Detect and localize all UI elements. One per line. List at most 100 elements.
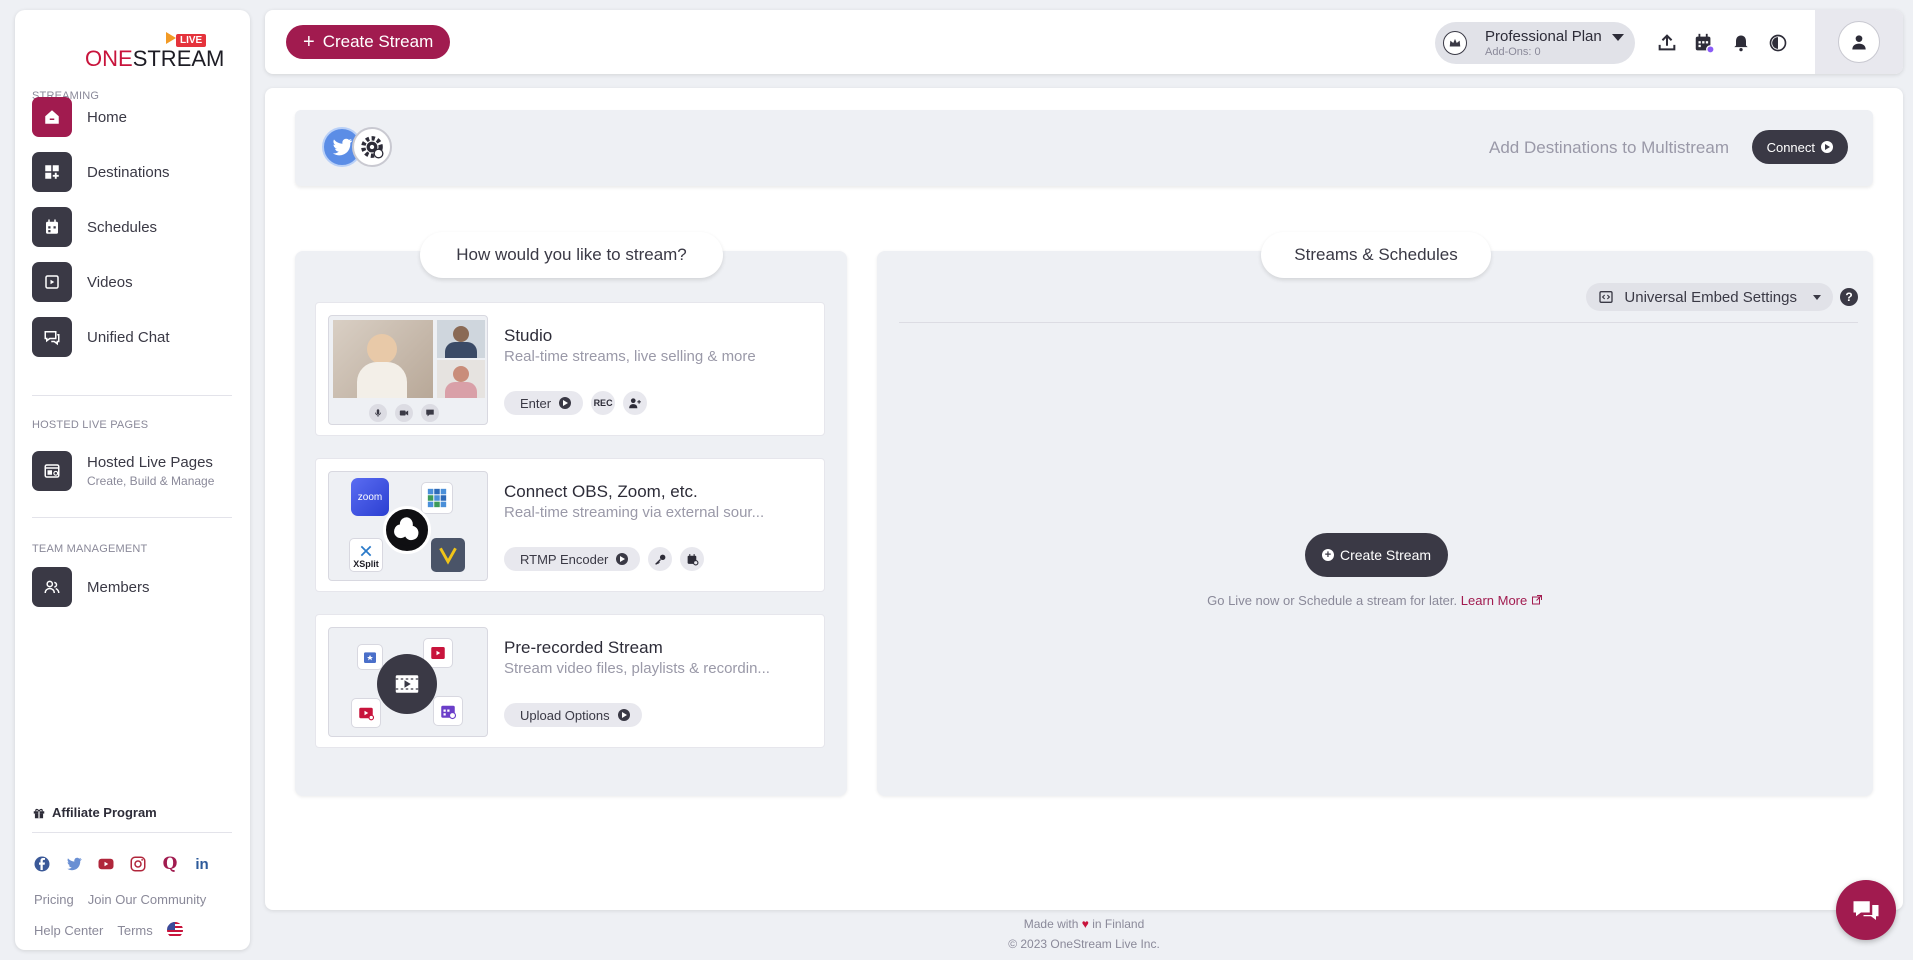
rtmp-encoder-button[interactable]: RTMP Encoder — [504, 547, 641, 571]
film-play-icon — [377, 654, 437, 714]
crown-icon — [1443, 31, 1467, 55]
calendar-icon — [32, 207, 72, 247]
streams-schedules-panel: Streams & Schedules Universal Embed Sett… — [877, 232, 1873, 796]
plan-addons: Add-Ons: 0 — [1485, 46, 1541, 58]
gear-icon — [361, 136, 384, 159]
studio-card[interactable]: Studio Real-time streams, live selling &… — [315, 302, 825, 436]
calendar-star-icon — [357, 644, 383, 670]
schedule-calendar-icon[interactable] — [1693, 32, 1715, 54]
pre-recorded-actions: Upload Options — [504, 703, 642, 727]
obs-title: Connect OBS, Zoom, etc. — [504, 482, 698, 501]
studio-description: Real-time streams, live selling & more — [504, 348, 756, 365]
embed-icon — [1599, 291, 1614, 303]
plus-icon: + — [303, 31, 315, 53]
connect-label: Connect — [1766, 139, 1815, 155]
panel-title-streams-schedules: Streams & Schedules — [1261, 232, 1491, 278]
arrow-circle-icon — [616, 553, 629, 565]
arrow-circle-icon — [559, 397, 572, 409]
chevron-down-icon — [1813, 294, 1821, 300]
arrow-circle-icon — [1821, 141, 1833, 153]
youtube-icon[interactable] — [96, 854, 116, 874]
obs-actions: RTMP Encoder — [504, 547, 705, 571]
calendar-settings-icon — [687, 553, 699, 565]
sidebar-divider — [32, 832, 232, 833]
footer-links-row-2: Help Center Terms — [34, 922, 183, 938]
heart-icon: ♥ — [1081, 917, 1089, 931]
sidebar-item-label: Home — [87, 108, 128, 126]
quora-icon[interactable]: Q — [160, 854, 180, 874]
help-center-link[interactable]: Help Center — [34, 923, 103, 938]
linkedin-icon[interactable]: in — [192, 854, 212, 874]
connect-obs-card[interactable]: zoom XSplit Connect OBS, Zoom, etc. Real… — [315, 458, 825, 592]
destination-settings-avatar[interactable] — [352, 127, 392, 167]
gift-icon — [33, 808, 45, 818]
create-stream-center-button[interactable]: + Create Stream — [1305, 533, 1449, 577]
sidebar-item-members[interactable]: Members — [32, 567, 150, 607]
main-content: Add Destinations to Multistream Connect … — [265, 88, 1903, 910]
avatar — [1838, 21, 1880, 63]
sidebar-item-home[interactable]: Home — [32, 97, 127, 137]
plan-selector[interactable]: Professional Plan Add-Ons: 0 — [1435, 22, 1635, 64]
onestream-logo[interactable]: LIVE ONESTREAM — [70, 24, 224, 74]
instagram-icon[interactable] — [128, 854, 148, 874]
section-hosted-live-pages: HOSTED LIVE PAGES — [32, 419, 149, 431]
affiliate-program-link[interactable]: Affiliate Program — [32, 805, 157, 820]
plus-circle-icon: + — [1322, 549, 1334, 561]
pre-recorded-description: Stream video files, playlists & recordin… — [504, 660, 770, 677]
learn-more-link[interactable]: Learn More — [1461, 593, 1543, 608]
record-button[interactable]: REC — [591, 391, 616, 415]
universal-embed-settings-dropdown[interactable]: Universal Embed Settings — [1586, 283, 1833, 311]
xsplit-logo: XSplit — [349, 538, 383, 572]
sidebar-item-label: Unified Chat — [87, 328, 170, 346]
twitter-icon[interactable] — [64, 854, 84, 874]
pre-recorded-card[interactable]: Pre-recorded Stream Stream video files, … — [315, 614, 825, 748]
terms-link[interactable]: Terms — [117, 923, 152, 938]
pricing-link[interactable]: Pricing — [34, 892, 74, 907]
affiliate-program-label: Affiliate Program — [52, 805, 157, 820]
add-destinations-text: Add Destinations to Multistream — [1489, 138, 1729, 157]
facebook-icon[interactable] — [32, 854, 52, 874]
apps-grid-logo — [421, 482, 453, 514]
sidebar-item-unified-chat[interactable]: Unified Chat — [32, 317, 170, 357]
schedule-encoder-button[interactable] — [680, 547, 705, 571]
studio-controls — [369, 404, 439, 422]
pre-recorded-thumbnail — [328, 627, 488, 737]
sidebar-item-label: Destinations — [87, 163, 170, 181]
profile-menu[interactable] — [1815, 10, 1903, 74]
pre-recorded-title: Pre-recorded Stream — [504, 638, 663, 657]
support-chat-button[interactable] — [1836, 880, 1896, 940]
key-icon — [655, 554, 666, 565]
studio-actions: Enter REC — [504, 391, 648, 415]
home-icon — [32, 97, 72, 137]
theme-toggle-icon[interactable] — [1767, 32, 1789, 54]
help-icon[interactable]: ? — [1840, 288, 1858, 306]
panel-divider — [899, 322, 1858, 323]
upload-icon[interactable] — [1656, 32, 1678, 54]
footer-links-row-1: Pricing Join Our Community — [34, 892, 206, 907]
add-user-icon — [629, 398, 641, 409]
chat-icon — [32, 317, 72, 357]
stream-key-button[interactable] — [648, 547, 673, 571]
rtmp-encoder-label: RTMP Encoder — [520, 551, 609, 567]
sidebar-item-hosted-live-pages[interactable]: Hosted Live Pages Create, Build & Manage — [32, 451, 214, 491]
section-team-management: TEAM MANAGEMENT — [32, 543, 148, 555]
hosted-page-icon — [32, 451, 72, 491]
bell-icon[interactable] — [1730, 32, 1752, 54]
create-stream-label: Create Stream — [1340, 547, 1432, 563]
sidebar-item-schedules[interactable]: Schedules — [32, 207, 157, 247]
add-guest-button[interactable] — [623, 391, 648, 415]
community-link[interactable]: Join Our Community — [88, 892, 206, 907]
enter-label: Enter — [520, 395, 552, 411]
destinations-icon — [32, 152, 72, 192]
enter-studio-button[interactable]: Enter — [504, 391, 584, 415]
sidebar-item-destinations[interactable]: Destinations — [32, 152, 170, 192]
sidebar-item-label: Hosted Live Pages — [87, 454, 213, 471]
playlist-calendar-icon — [433, 696, 463, 726]
studio-guest-video-2 — [437, 360, 485, 398]
create-stream-button[interactable]: + Create Stream — [286, 25, 451, 59]
upload-options-button[interactable]: Upload Options — [504, 703, 642, 727]
connect-button[interactable]: Connect — [1751, 130, 1848, 164]
sidebar-item-videos[interactable]: Videos — [32, 262, 133, 302]
chat-bubble-icon — [421, 404, 439, 422]
us-flag-icon[interactable] — [166, 922, 183, 938]
